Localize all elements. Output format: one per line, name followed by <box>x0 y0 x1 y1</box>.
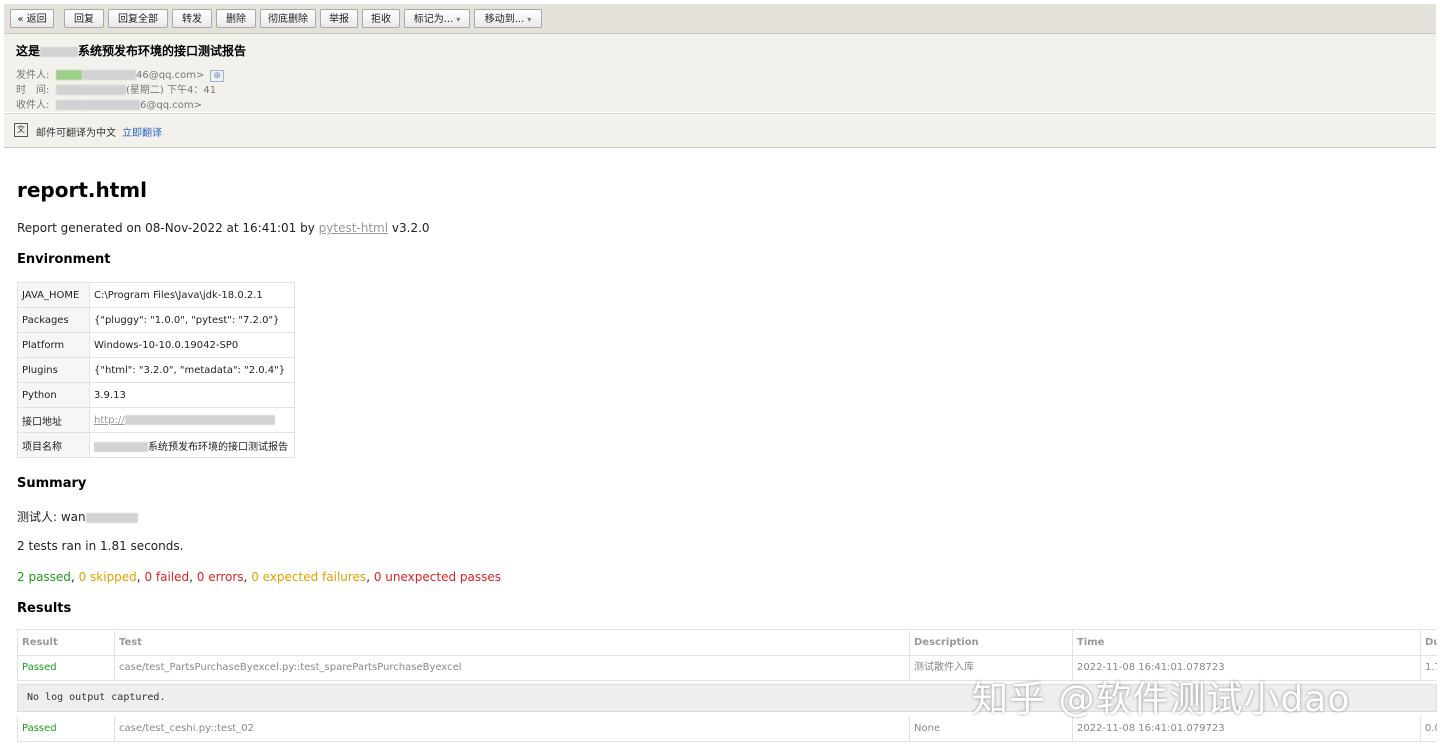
results-header-row: Result Test Description Time Du <box>17 629 1437 656</box>
env-value: C:\Program Files\Java\jdk-18.0.2.1 <box>89 282 295 308</box>
delete-permanently-button[interactable]: 彻底删除 <box>260 9 316 28</box>
env-row: 接口地址 http:// <box>17 407 295 433</box>
col-time-header[interactable]: Time <box>1072 630 1420 655</box>
mark-as-dropdown[interactable]: 标记为... ▾ <box>404 9 470 28</box>
result-cell: Passed <box>17 655 114 680</box>
generated-prefix: Report generated on 08-Nov-2022 at 16:41… <box>17 221 319 235</box>
to-label: 收件人: <box>16 100 50 111</box>
report-spam-button[interactable]: 举报 <box>320 9 358 28</box>
env-value: 3.9.13 <box>89 382 295 408</box>
errors-filter[interactable]: 0 errors <box>197 570 244 584</box>
env-key: JAVA_HOME <box>17 282 90 308</box>
environment-heading: Environment <box>17 252 111 267</box>
failed-filter[interactable]: 0 failed <box>144 570 189 584</box>
report-generated-line: Report generated on 08-Nov-2022 at 16:41… <box>17 221 430 235</box>
skipped-filter[interactable]: 0 skipped <box>79 570 137 584</box>
env-row: 项目名称 系统预发布环境的接口测试报告 <box>17 432 295 458</box>
results-heading: Results <box>17 601 72 616</box>
tests-ran-line: 2 tests ran in 1.81 seconds. <box>17 539 184 553</box>
redacted-block <box>56 85 126 95</box>
move-to-dropdown[interactable]: 移动到... ▾ <box>474 9 542 28</box>
col-duration-header[interactable]: Du <box>1420 630 1437 655</box>
generated-suffix: v3.2.0 <box>388 221 430 235</box>
result-counts: 2 passed, 0 skipped, 0 failed, 0 errors,… <box>17 570 501 584</box>
mark-as-label: 标记为... <box>413 14 454 25</box>
translate-now-link[interactable]: 立即翻译 <box>122 124 162 139</box>
col-result-header[interactable]: Result <box>17 630 114 655</box>
time-label: 时 间: <box>16 85 50 96</box>
redacted-block <box>94 441 148 452</box>
api-url-link[interactable]: http:// <box>94 415 125 426</box>
passed-filter[interactable]: 2 passed <box>17 570 71 584</box>
mail-toolbar: « 返回 回复 回复全部 转发 删除 彻底删除 举报 拒收 标记为... ▾ 移动… <box>4 4 1436 34</box>
redacted-block <box>56 100 82 110</box>
env-row: Python 3.9.13 <box>17 382 295 408</box>
report-title: report.html <box>17 178 147 202</box>
env-key: Packages <box>17 307 90 333</box>
reject-button[interactable]: 拒收 <box>362 9 400 28</box>
redacted-block <box>85 512 138 523</box>
env-row: JAVA_HOME C:\Program Files\Java\jdk-18.0.… <box>17 282 295 308</box>
pytest-html-link[interactable]: pytest-html <box>319 221 388 235</box>
reply-button[interactable]: 回复 <box>64 9 104 28</box>
from-label: 发件人: <box>16 70 50 81</box>
env-value-url: http:// <box>89 407 295 433</box>
mail-header: 这是 系统预发布环境的接口测试报告 发件人: 46@qq.com> ⊕ 时 间: (星期… <box>4 34 1436 112</box>
env-row: Plugins {"html": "3.2.0", "metadata": "2.… <box>17 357 295 383</box>
test-cell: case/test_PartsPurchaseByexcel.py::test_… <box>114 655 909 680</box>
env-key: 接口地址 <box>17 407 90 433</box>
subject-prefix: 这是 <box>16 44 41 58</box>
from-address[interactable]: 46@qq.com> <box>136 70 204 81</box>
redacted-block <box>124 414 275 425</box>
time-value: (星期二) 下午4：41 <box>126 85 217 96</box>
forward-button[interactable]: 转发 <box>172 9 212 28</box>
chevron-down-icon: ▾ <box>456 15 461 24</box>
test-cell: case/test_ceshi.py::test_02 <box>114 716 909 741</box>
project-name: 系统预发布环境的接口测试报告 <box>148 441 288 453</box>
to-address[interactable]: 6@qq.com> <box>140 100 202 111</box>
duration-cell: 0.0 <box>1420 716 1437 741</box>
subject-suffix: 系统预发布环境的接口测试报告 <box>78 44 247 58</box>
delete-button[interactable]: 删除 <box>216 9 256 28</box>
chevron-down-icon: ▾ <box>527 15 532 24</box>
from-row: 发件人: 46@qq.com> ⊕ <box>16 66 224 82</box>
translate-icon: 文 <box>14 123 28 137</box>
translate-bar: 文 邮件可翻译为中文 立即翻译 <box>4 113 1436 148</box>
unexpected-passes-filter[interactable]: 0 unexpected passes <box>374 570 501 584</box>
summary-heading: Summary <box>17 476 87 491</box>
reply-all-button[interactable]: 回复全部 <box>108 9 168 28</box>
col-description-header[interactable]: Description <box>909 630 1072 655</box>
env-value-project: 系统预发布环境的接口测试报告 <box>89 432 295 458</box>
col-test-header[interactable]: Test <box>114 630 909 655</box>
environment-table: JAVA_HOME C:\Program Files\Java\jdk-18.0.… <box>17 282 295 458</box>
redacted-block <box>82 70 136 80</box>
zhihu-watermark: 知乎 @软件测试小dao <box>972 679 1351 720</box>
env-key: Python <box>17 382 90 408</box>
tester-label: 测试人: wan <box>17 510 86 524</box>
env-value: {"html": "3.2.0", "metadata": "2.0.4"} <box>89 357 295 383</box>
redacted-block <box>40 46 79 57</box>
env-row: Platform Windows-10-10.0.19042-SP0 <box>17 332 295 358</box>
redacted-block <box>56 70 82 80</box>
env-key: 项目名称 <box>17 432 90 458</box>
env-row: Packages {"pluggy": "1.0.0", "pytest": "7… <box>17 307 295 333</box>
back-button[interactable]: « 返回 <box>10 9 54 28</box>
result-cell: Passed <box>17 716 114 741</box>
tester-line: 测试人: wan <box>17 508 138 525</box>
time-row: 时 间: (星期二) 下午4：41 <box>16 81 216 96</box>
env-value: Windows-10-10.0.19042-SP0 <box>89 332 295 358</box>
mail-subject: 这是 系统预发布环境的接口测试报告 <box>16 42 246 59</box>
env-key: Platform <box>17 332 90 358</box>
move-to-label: 移动到... <box>484 14 525 25</box>
expected-failures-filter[interactable]: 0 expected failures <box>251 570 366 584</box>
redacted-block <box>82 100 140 110</box>
translate-notice: 邮件可翻译为中文 <box>36 128 116 139</box>
to-row: 收件人: 6@qq.com> <box>16 96 202 111</box>
env-value: {"pluggy": "1.0.0", "pytest": "7.2.0"} <box>89 307 295 333</box>
duration-cell: 1.7 <box>1420 655 1437 680</box>
env-key: Plugins <box>17 357 90 383</box>
